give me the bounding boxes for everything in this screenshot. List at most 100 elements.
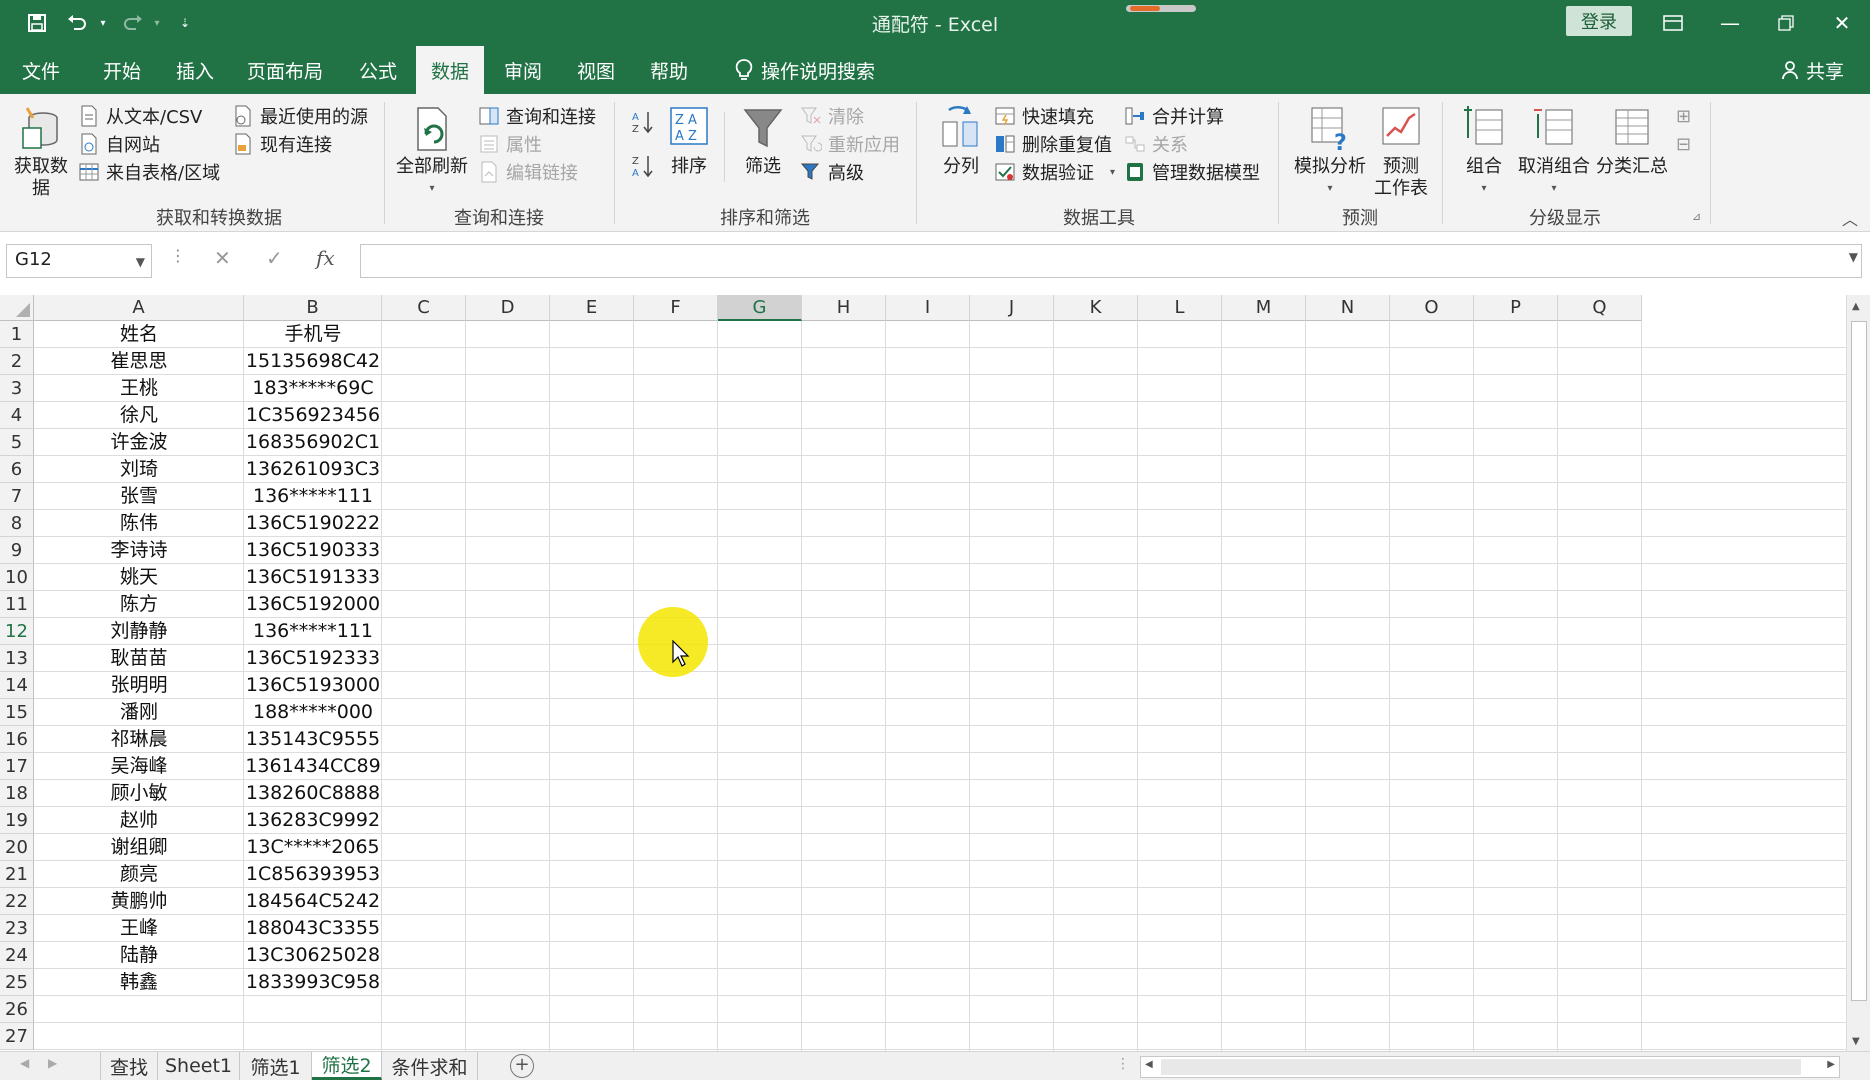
filter-button[interactable]: 筛选 bbox=[736, 104, 790, 178]
column-header-p[interactable]: P bbox=[1474, 295, 1558, 321]
column-header-a[interactable]: A bbox=[34, 295, 244, 321]
column-header-i[interactable]: I bbox=[886, 295, 970, 321]
cell-phone[interactable]: 136*****111 bbox=[244, 618, 382, 645]
tab-view[interactable]: 视图 bbox=[560, 46, 632, 94]
column-header-c[interactable]: C bbox=[382, 295, 466, 321]
column-header-m[interactable]: M bbox=[1222, 295, 1306, 321]
row-header[interactable]: 8 bbox=[0, 510, 34, 537]
from-table-button[interactable]: 来自表格/区域 bbox=[78, 158, 220, 186]
sort-ascending-button[interactable]: AZ bbox=[630, 108, 656, 136]
column-header-d[interactable]: D bbox=[466, 295, 550, 321]
queries-connections-button[interactable]: 查询和连接 bbox=[478, 102, 596, 130]
row-header[interactable]: 14 bbox=[0, 672, 34, 699]
edit-links-button[interactable]: 编辑链接 bbox=[478, 158, 578, 186]
ribbon-display-icon[interactable] bbox=[1645, 4, 1701, 42]
cell-phone[interactable]: 184564C5242 bbox=[244, 888, 382, 915]
minimize-icon[interactable]: — bbox=[1702, 4, 1758, 42]
cell-name[interactable]: 耿苗苗 bbox=[34, 645, 244, 672]
name-box[interactable]: G12 ▼ bbox=[6, 244, 152, 278]
cell-phone[interactable]: 15135698C42 bbox=[244, 348, 382, 375]
row-header[interactable]: 16 bbox=[0, 726, 34, 753]
cell-phone[interactable]: 168356902C1 bbox=[244, 429, 382, 456]
login-button[interactable]: 登录 bbox=[1566, 6, 1632, 36]
cell-phone[interactable]: 136C5190333 bbox=[244, 537, 382, 564]
cell-name[interactable]: 陈方 bbox=[34, 591, 244, 618]
row-header[interactable]: 17 bbox=[0, 753, 34, 780]
cancel-entry-icon[interactable]: ✕ bbox=[214, 246, 231, 270]
cell-phone[interactable]: 136261093C3 bbox=[244, 456, 382, 483]
cell-name[interactable]: 张明明 bbox=[34, 672, 244, 699]
column-header-g[interactable]: G bbox=[718, 295, 802, 321]
scroll-right-icon[interactable]: ▶ bbox=[1827, 1059, 1835, 1070]
cell-phone[interactable]: 136C5193000 bbox=[244, 672, 382, 699]
tab-insert[interactable]: 插入 bbox=[162, 46, 228, 94]
group-dropdown-icon[interactable]: ▾ bbox=[1481, 178, 1486, 200]
cell-phone[interactable]: 1C356923456 bbox=[244, 402, 382, 429]
share-button[interactable]: 共享 bbox=[1780, 46, 1844, 94]
cell-phone[interactable]: 136C5192000 bbox=[244, 591, 382, 618]
cell-phone[interactable]: 183*****69C bbox=[244, 375, 382, 402]
from-text-csv-button[interactable]: 从文本/CSV bbox=[78, 102, 202, 130]
cell-phone[interactable]: 13C30625028 bbox=[244, 942, 382, 969]
cell-phone[interactable]: 136*****111 bbox=[244, 483, 382, 510]
cell-name[interactable]: 姚天 bbox=[34, 564, 244, 591]
cell-name[interactable] bbox=[34, 1023, 244, 1050]
advanced-filter-button[interactable]: 高级 bbox=[800, 158, 864, 186]
column-header-f[interactable]: F bbox=[634, 295, 718, 321]
column-header-b[interactable]: B bbox=[244, 295, 382, 321]
cell-phone[interactable]: 1833993C958 bbox=[244, 969, 382, 996]
scroll-left-icon[interactable]: ◀ bbox=[1145, 1059, 1153, 1070]
data-validation-dropdown-icon[interactable]: ▾ bbox=[1110, 167, 1115, 178]
row-header[interactable]: 2 bbox=[0, 348, 34, 375]
prev-sheet-icon[interactable]: ◀ bbox=[20, 1056, 29, 1070]
consolidate-button[interactable]: 合并计算 bbox=[1124, 102, 1224, 130]
sheet-tab-sheet1[interactable]: Sheet1 bbox=[158, 1052, 240, 1080]
row-header[interactable]: 9 bbox=[0, 537, 34, 564]
row-header[interactable]: 7 bbox=[0, 483, 34, 510]
restore-icon[interactable] bbox=[1758, 4, 1814, 42]
sheet-tab-filter2[interactable]: 筛选2 bbox=[312, 1052, 382, 1080]
cell-name[interactable]: 王峰 bbox=[34, 915, 244, 942]
column-header-n[interactable]: N bbox=[1306, 295, 1390, 321]
cell-phone[interactable]: 136C5190222 bbox=[244, 510, 382, 537]
cell-name[interactable]: 王桃 bbox=[34, 375, 244, 402]
row-header[interactable]: 27 bbox=[0, 1023, 34, 1050]
properties-button[interactable]: 属性 bbox=[478, 130, 542, 158]
hide-detail-icon[interactable]: ⊟ bbox=[1676, 130, 1691, 158]
refresh-all-button[interactable]: 全部刷新 ▾ bbox=[396, 104, 468, 200]
row-header[interactable]: 13 bbox=[0, 645, 34, 672]
cell-phone[interactable]: 手机号 bbox=[244, 321, 382, 348]
refresh-dropdown-icon[interactable]: ▾ bbox=[429, 178, 434, 200]
cell-phone[interactable]: 188*****000 bbox=[244, 699, 382, 726]
formula-input[interactable] bbox=[360, 244, 1862, 278]
cell-phone[interactable]: 136283C9992 bbox=[244, 807, 382, 834]
close-icon[interactable]: ✕ bbox=[1814, 4, 1870, 42]
sort-descending-button[interactable]: ZA bbox=[630, 152, 656, 180]
cell-name[interactable]: 刘静静 bbox=[34, 618, 244, 645]
tab-review[interactable]: 审阅 bbox=[490, 46, 556, 94]
cell-name[interactable]: 潘刚 bbox=[34, 699, 244, 726]
save-icon[interactable] bbox=[22, 8, 52, 38]
forecast-sheet-button[interactable]: 预测 工作表 bbox=[1370, 104, 1432, 200]
row-header[interactable]: 24 bbox=[0, 942, 34, 969]
cell-phone[interactable]: 136C5191333 bbox=[244, 564, 382, 591]
sheet-tab-find[interactable]: 查找 bbox=[100, 1052, 158, 1080]
recent-sources-button[interactable]: 最近使用的源 bbox=[232, 102, 368, 130]
sort-button[interactable]: Z AA Z 排序 bbox=[664, 104, 714, 178]
remove-duplicates-button[interactable]: 删除重复值 bbox=[994, 130, 1112, 158]
vertical-scrollbar[interactable]: ▲ ▼ bbox=[1846, 295, 1870, 1051]
tab-data[interactable]: 数据 bbox=[416, 46, 484, 94]
cell-name[interactable]: 姓名 bbox=[34, 321, 244, 348]
cell-name[interactable]: 陆静 bbox=[34, 942, 244, 969]
what-if-dropdown-icon[interactable]: ▾ bbox=[1327, 178, 1332, 200]
row-header[interactable]: 3 bbox=[0, 375, 34, 402]
scroll-up-icon[interactable]: ▲ bbox=[1852, 301, 1860, 312]
row-header[interactable]: 26 bbox=[0, 996, 34, 1023]
show-detail-icon[interactable]: ⊞ bbox=[1676, 102, 1691, 130]
row-header[interactable]: 6 bbox=[0, 456, 34, 483]
cell-name[interactable]: 刘琦 bbox=[34, 456, 244, 483]
cell-phone[interactable]: 13C*****2065 bbox=[244, 834, 382, 861]
row-header[interactable]: 10 bbox=[0, 564, 34, 591]
row-header[interactable]: 23 bbox=[0, 915, 34, 942]
flash-fill-button[interactable]: 快速填充 bbox=[994, 102, 1094, 130]
